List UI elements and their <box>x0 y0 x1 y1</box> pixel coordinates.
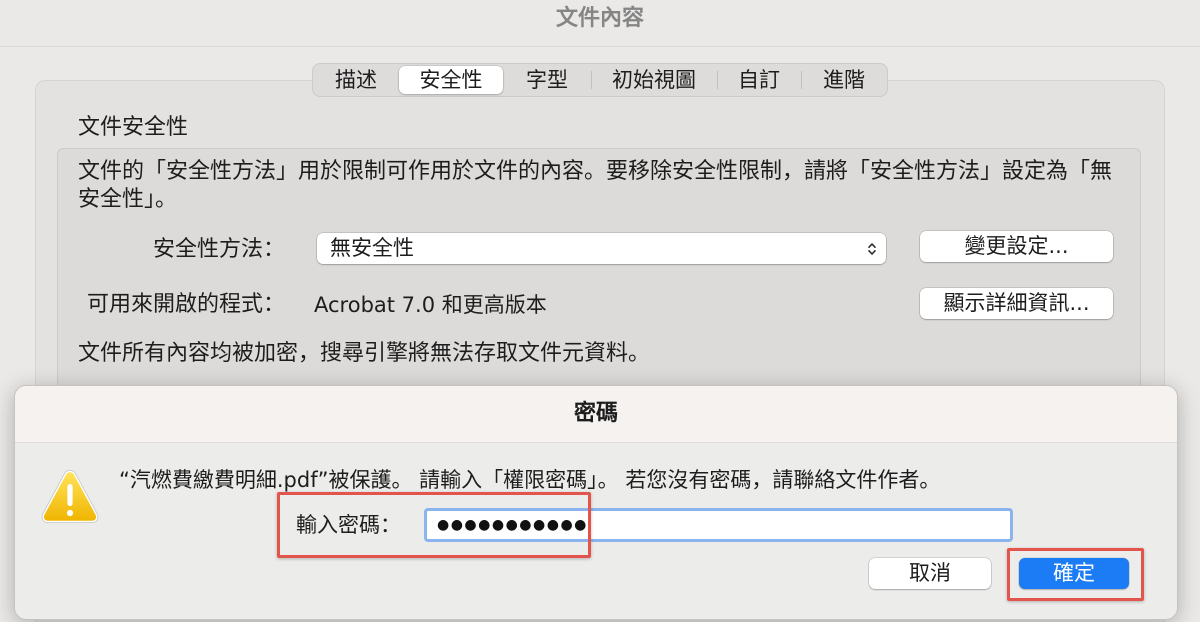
password-dialog-message: “汽燃費繳費明細.pdf”被保護。 請輸入「權限密碼」。 若您沒有密碼，請聯絡文… <box>119 468 941 492</box>
cancel-button[interactable]: 取消 <box>869 558 991 589</box>
change-settings-button[interactable]: 變更設定... <box>920 231 1113 262</box>
security-method-popup[interactable]: 無安全性 <box>317 233 886 264</box>
password-dialog-title: 密碼 <box>573 401 618 426</box>
tab-advanced[interactable]: 進階 <box>801 66 887 94</box>
tab-bar: 描述 安全性 字型 初始視圖 自訂 進階 <box>312 63 888 97</box>
warning-icon <box>41 469 99 523</box>
highlight-box-ok <box>1007 548 1144 601</box>
updown-chevron-icon <box>868 243 876 255</box>
highlight-box-password <box>277 492 591 558</box>
document-properties-window: 文件內容 描述 安全性 字型 初始視圖 自訂 進階 文件安全性 文件的「安全性方… <box>0 0 1200 622</box>
password-dialog: 密碼 “汽燃費繳費明細.pdf”被保護。 請輸入「權限密碼」。 若您沒有密碼，請… <box>14 385 1178 620</box>
tab-description[interactable]: 描述 <box>313 66 399 94</box>
security-method-label: 安全性方法： <box>152 237 285 262</box>
compatibility-value: Acrobat 7.0 和更高版本 <box>314 293 547 317</box>
window-title: 文件內容 <box>555 6 644 31</box>
encryption-note: 文件所有內容均被加密，搜尋引擎將無法存取文件元資料。 <box>78 341 651 366</box>
tab-fonts[interactable]: 字型 <box>503 66 591 94</box>
security-description: 文件的「安全性方法」用於限制可作用於文件的內容。要移除安全性限制，請將「安全性方… <box>78 159 1113 212</box>
document-security-heading: 文件安全性 <box>78 115 189 140</box>
tab-security[interactable]: 安全性 <box>399 66 503 94</box>
security-method-value: 無安全性 <box>330 236 414 260</box>
compatibility-label: 可用來開啟的程式： <box>86 292 285 317</box>
titlebar-divider <box>0 46 1200 47</box>
show-details-button[interactable]: 顯示詳細資訊... <box>920 288 1113 319</box>
tab-custom[interactable]: 自訂 <box>717 66 801 94</box>
tab-initial-view[interactable]: 初始視圖 <box>591 66 717 94</box>
